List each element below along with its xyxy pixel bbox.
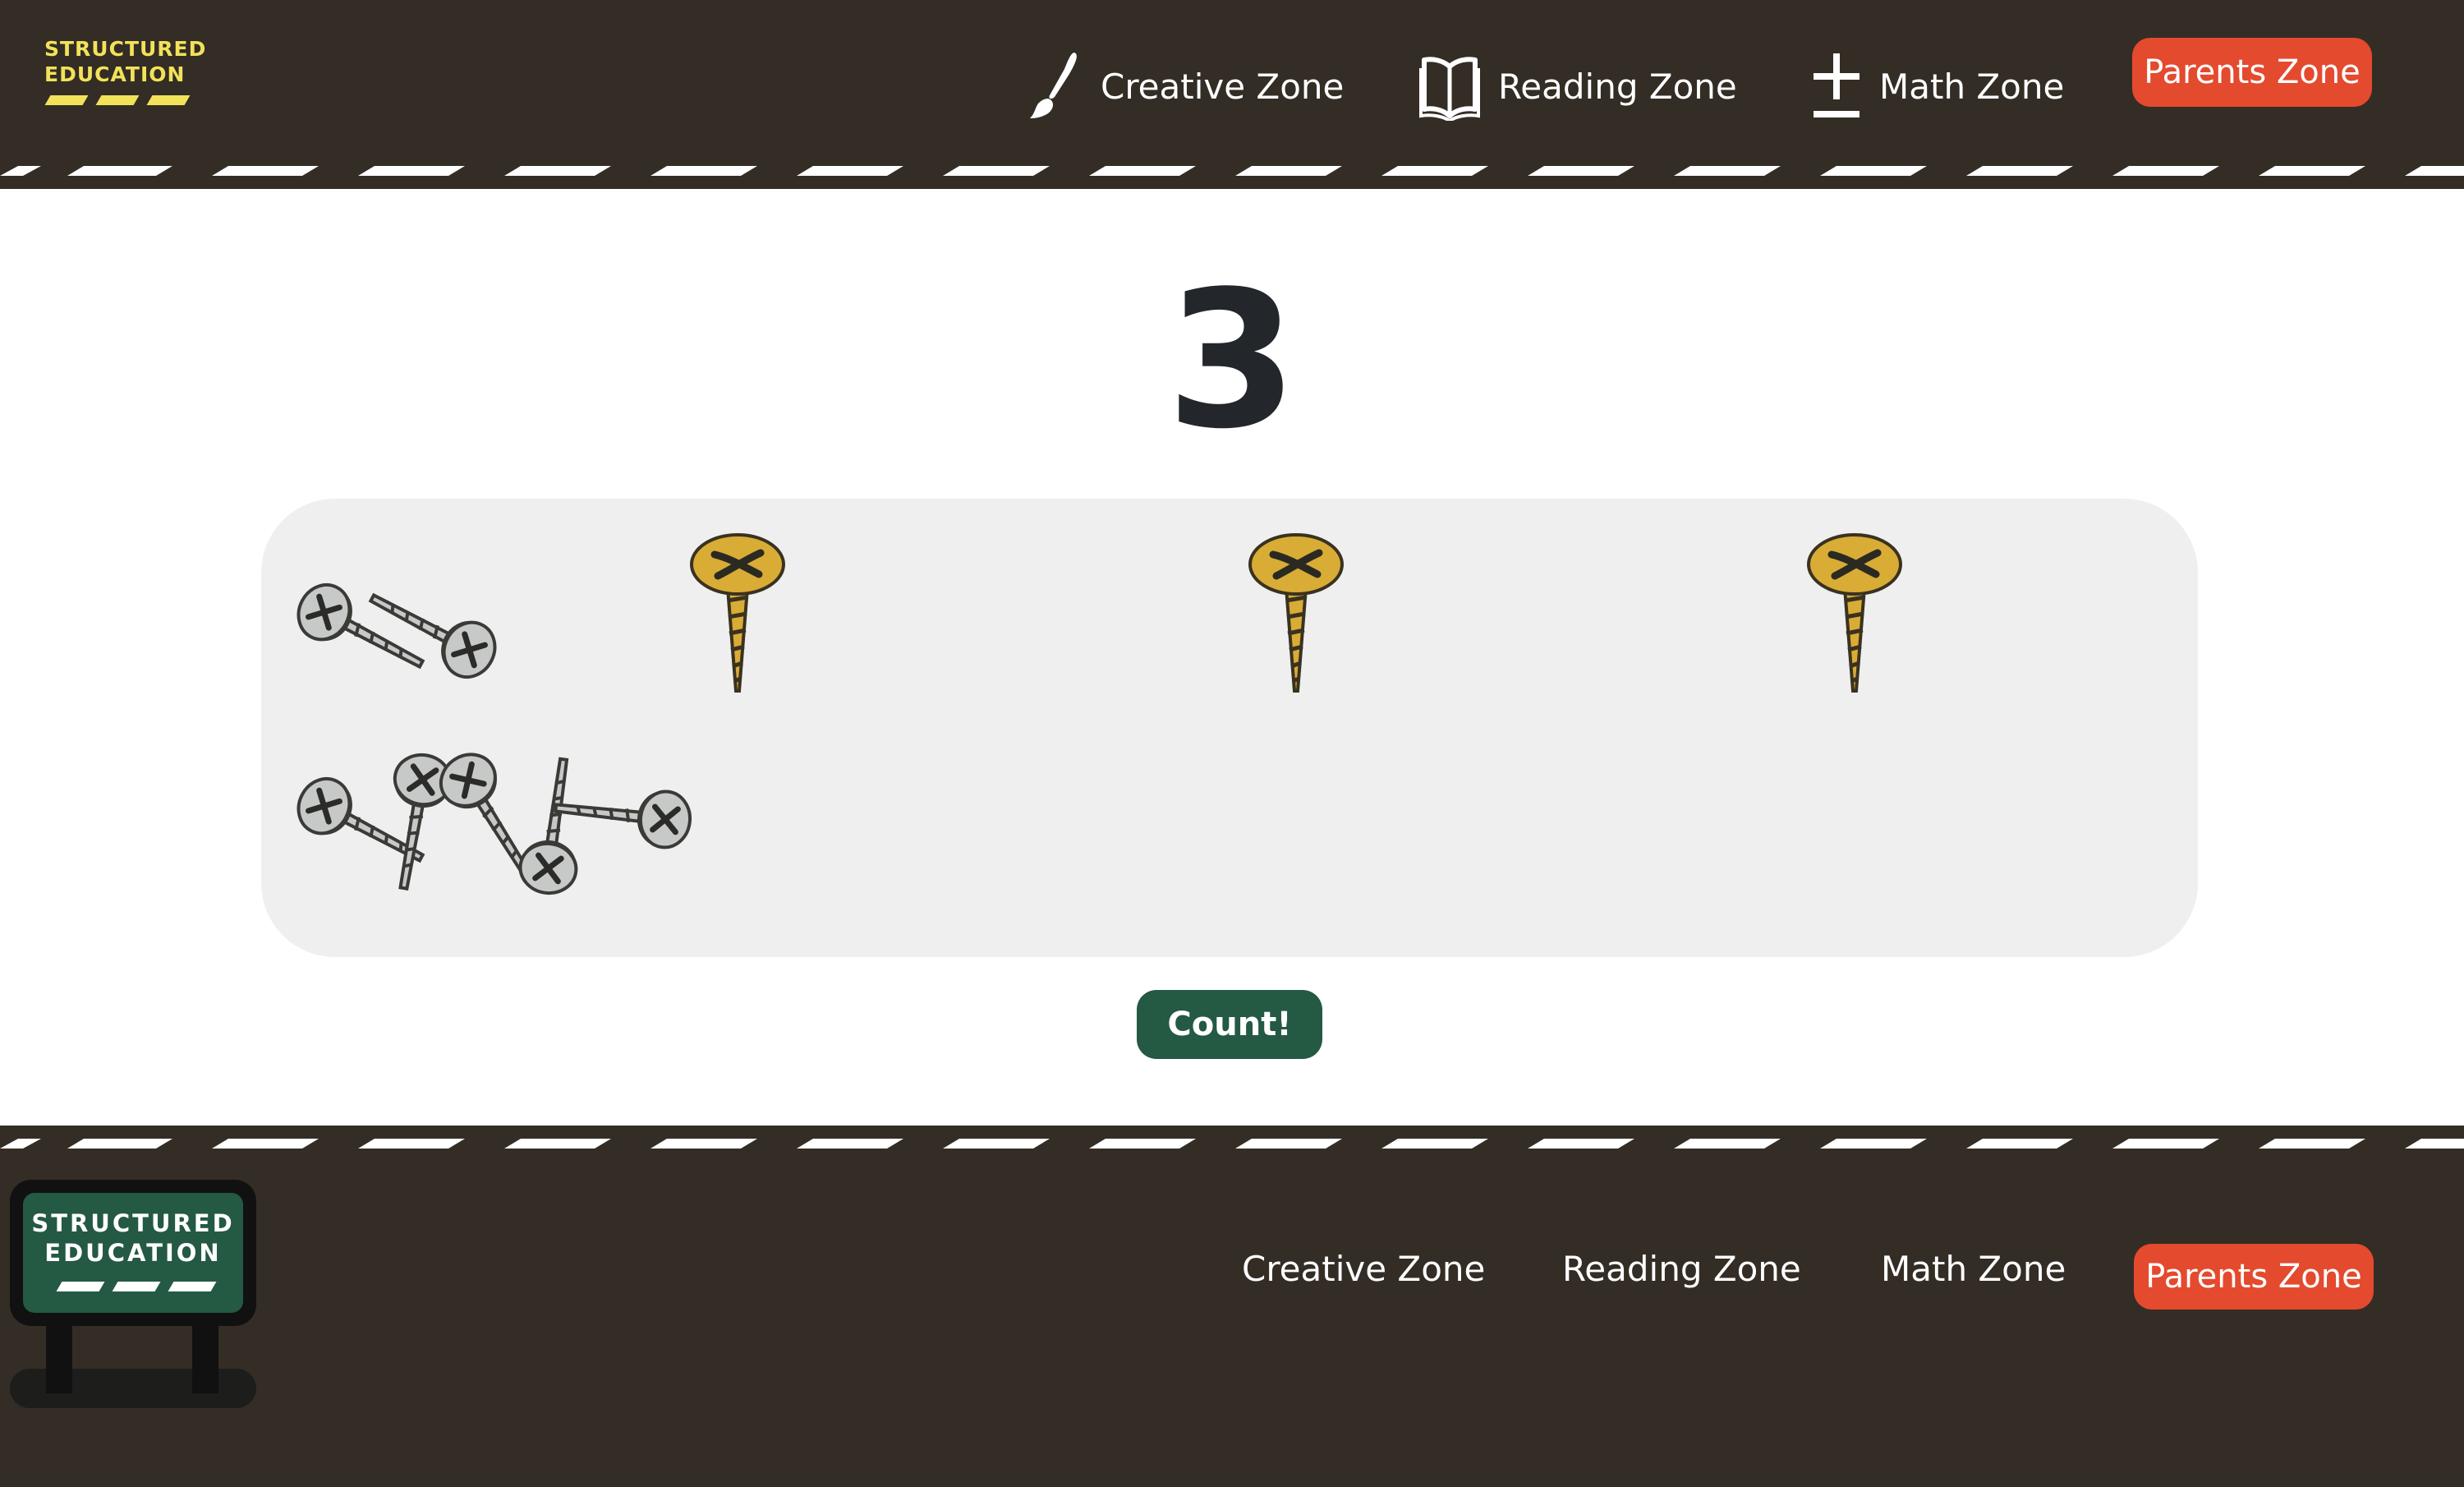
loose-screw[interactable] — [289, 576, 434, 688]
site-header: STRUCTURED EDUCATION Creative Zone Readi… — [0, 0, 2464, 189]
footer-sign-logo[interactable]: STRUCTURED EDUCATION — [10, 1180, 256, 1426]
loose-screw[interactable] — [517, 756, 591, 897]
nav-reading-zone[interactable]: Reading Zone — [1419, 49, 1737, 123]
footer-brand-line1: STRUCTURED — [31, 1209, 235, 1237]
brand-line1: STRUCTURED — [44, 37, 207, 61]
count-button[interactable]: Count! — [1137, 990, 1322, 1059]
footer-link-math-zone[interactable]: Math Zone — [1881, 1249, 2066, 1289]
brand-logo[interactable]: STRUCTURED EDUCATION — [44, 36, 206, 107]
plus-minus-icon — [1812, 52, 1861, 121]
gold-screw[interactable] — [1250, 535, 1342, 691]
parents-zone-button[interactable]: Parents Zone — [2132, 38, 2372, 107]
brand-line2: EDUCATION — [44, 62, 186, 86]
nav-creative-zone[interactable]: Creative Zone — [1027, 49, 1344, 123]
logo-stripes — [44, 95, 191, 107]
footer-dash-strip — [0, 1126, 2464, 1153]
gold-screw[interactable] — [1809, 535, 1901, 691]
footer-brand-line2: EDUCATION — [44, 1239, 222, 1267]
site-footer: STRUCTURED EDUCATION Creative Zone Readi… — [0, 1126, 2464, 1487]
nav-math-zone[interactable]: Math Zone — [1812, 49, 2064, 123]
gold-screw[interactable] — [692, 535, 784, 691]
target-number: 3 — [1165, 251, 1299, 471]
footer-link-creative-zone[interactable]: Creative Zone — [1242, 1249, 1485, 1289]
screws-canvas — [261, 499, 2198, 957]
paintbrush-icon — [1027, 49, 1083, 123]
footer-parents-zone-button[interactable]: Parents Zone — [2134, 1244, 2374, 1310]
screw-tray — [261, 499, 2198, 957]
nav-reading-label: Reading Zone — [1498, 66, 1737, 107]
activity-area: 3 Count! — [0, 189, 2464, 1126]
sign-stripes — [51, 1282, 217, 1293]
footer-link-reading-zone[interactable]: Reading Zone — [1562, 1249, 1801, 1289]
sign-board: STRUCTURED EDUCATION — [10, 1180, 256, 1326]
loose-screw[interactable] — [359, 573, 504, 686]
open-book-icon — [1419, 52, 1480, 121]
nav-creative-label: Creative Zone — [1101, 66, 1345, 107]
header-dash-strip — [0, 161, 2464, 189]
loose-screw[interactable] — [553, 780, 692, 850]
nav-math-label: Math Zone — [1879, 66, 2065, 107]
